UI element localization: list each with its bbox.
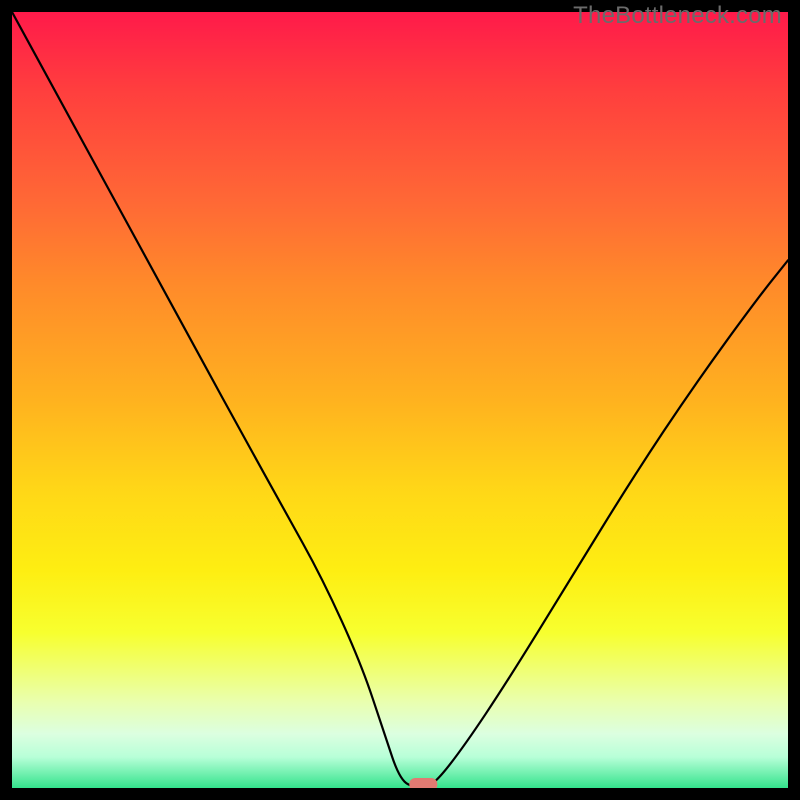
chart-plot-area: [12, 12, 788, 788]
chart-svg: [12, 12, 788, 788]
minimum-marker: [409, 778, 437, 788]
bottleneck-curve: [12, 12, 788, 788]
attribution-text: TheBottleneck.com: [573, 2, 782, 30]
